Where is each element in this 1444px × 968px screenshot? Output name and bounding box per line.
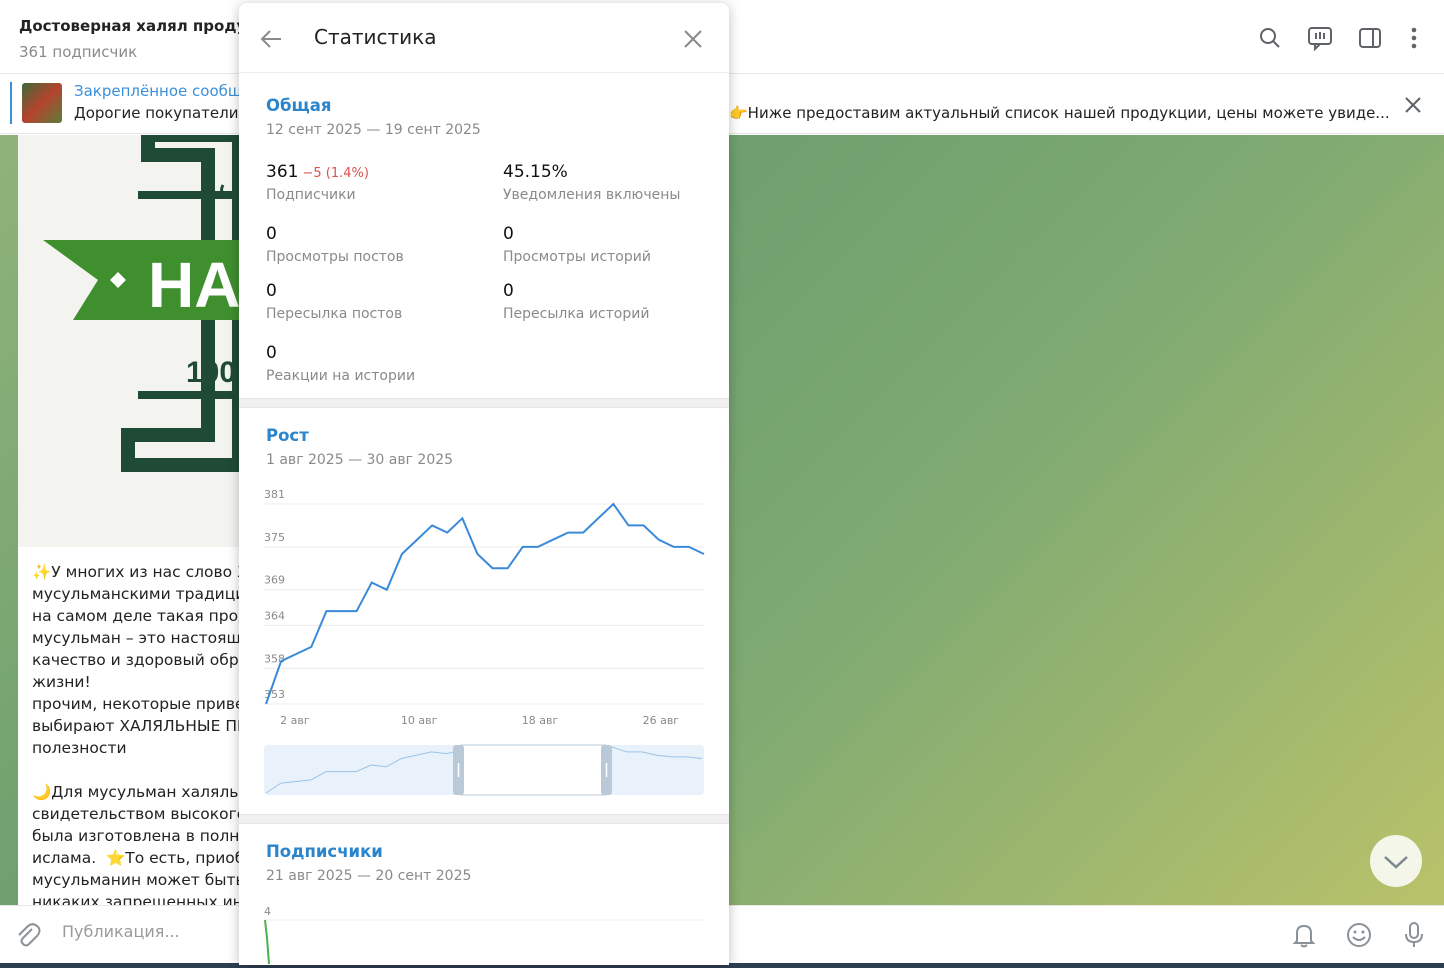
growth-series-line — [265, 502, 705, 705]
statistics-modal: Статистика Общая 12 сент 2025 — 19 сент … — [239, 3, 729, 965]
section-divider — [239, 814, 729, 824]
microphone-icon[interactable] — [1399, 920, 1429, 950]
search-icon[interactable] — [1257, 25, 1283, 51]
followers-series-line — [264, 919, 270, 965]
live-stream-icon[interactable] — [1307, 25, 1333, 51]
pinned-title: Закреплённое сообщ — [74, 82, 243, 100]
followers-range: 21 авг 2025 — 20 сент 2025 — [266, 868, 472, 884]
sidebar-toggle-icon[interactable] — [1357, 25, 1383, 51]
growth-x-tick: 2 авг — [280, 714, 310, 727]
growth-y-tick: 369 — [264, 574, 285, 587]
more-vertical-icon[interactable] — [1401, 25, 1427, 51]
growth-chart: 353358364369375381 2 авг 10 авг 18 авг 26 а… — [264, 488, 705, 796]
chevron-down-icon — [1384, 856, 1408, 869]
message-input[interactable]: Публикация... — [62, 922, 180, 941]
logo-percent: 100% — [186, 356, 239, 389]
chat-subscribers: 361 подписчик — [19, 43, 138, 61]
pinned-text: Дорогие покупатели, — [74, 104, 244, 122]
scroll-down-button[interactable] — [1370, 835, 1422, 887]
close-icon[interactable] — [1400, 92, 1426, 118]
halal-logo-image: HA 100% — [43, 135, 239, 472]
growth-y-tick: 381 — [264, 488, 285, 501]
logo-letters: HA — [148, 249, 239, 321]
growth-x-tick: 26 авг — [643, 714, 680, 727]
emoji-icon[interactable] — [1344, 920, 1374, 950]
navigator-window[interactable] — [460, 744, 607, 796]
growth-y-tick: 375 — [264, 531, 285, 544]
followers-y-tick: 4 — [264, 905, 271, 918]
pinned-text-continued: 👉Ниже предоставим актуальный список наше… — [729, 104, 1390, 122]
bell-icon[interactable] — [1289, 920, 1319, 950]
pinned-accent-bar — [10, 82, 12, 124]
attach-icon[interactable] — [12, 920, 42, 950]
pinned-thumbnail — [22, 83, 62, 123]
growth-y-tick: 358 — [264, 652, 285, 665]
chat-title[interactable]: Достоверная халял продук — [19, 17, 256, 35]
growth-x-tick: 10 авг — [401, 714, 438, 727]
growth-x-tick: 18 авг — [522, 714, 559, 727]
message-text: ✨У многих из нас слово Х мусульманскими … — [32, 563, 239, 911]
growth-y-tick: 364 — [264, 609, 285, 622]
message-image[interactable]: HA 100% — [18, 135, 239, 547]
followers-title: Подписчики — [266, 842, 383, 861]
followers-chart: 4 — [264, 905, 704, 965]
